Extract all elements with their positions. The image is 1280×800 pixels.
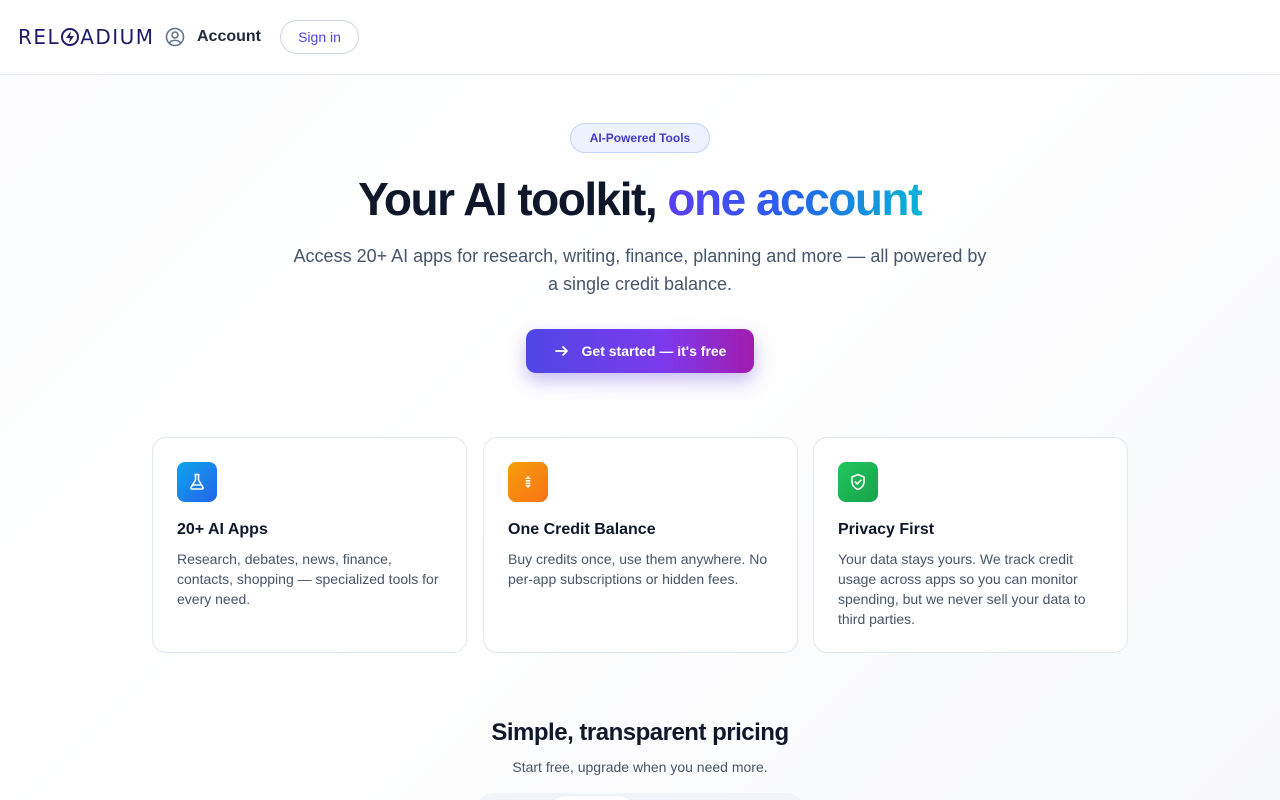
- reloadium-logo[interactable]: REL ADIUM: [18, 25, 155, 49]
- get-started-button[interactable]: Get started — it's free: [526, 329, 754, 373]
- arrow-right-icon: [554, 346, 568, 356]
- shield-check-icon: [838, 462, 878, 502]
- account-link[interactable]: Account: [197, 28, 261, 46]
- feature-card-apps: 20+ AI Apps Research, debates, news, fin…: [152, 437, 467, 653]
- sign-in-button[interactable]: Sign in: [280, 20, 359, 54]
- feature-description: Research, debates, news, finance, contac…: [177, 551, 439, 607]
- ai-powered-badge: AI-Powered Tools: [570, 123, 710, 153]
- feature-card-privacy: Privacy First Your data stays yours. We …: [813, 437, 1128, 653]
- feature-card-credits: One Credit Balance Buy credits once, use…: [483, 437, 798, 653]
- feature-title: 20+ AI Apps: [177, 521, 268, 538]
- feature-description: Your data stays yours. We track credit u…: [838, 551, 1086, 627]
- bolt-icon: [61, 28, 80, 46]
- hero-title-main: Your AI toolkit,: [358, 173, 668, 225]
- flask-icon: [177, 462, 217, 502]
- billing-toggle[interactable]: [474, 793, 806, 800]
- get-started-label: Get started — it's free: [581, 343, 727, 359]
- pricing-subtitle: Start free, upgrade when you need more.: [512, 759, 768, 775]
- coins-icon: [508, 462, 548, 502]
- billing-toggle-knob[interactable]: [550, 796, 634, 800]
- feature-description: Buy credits once, use them anywhere. No …: [508, 551, 768, 587]
- hero-title: Your AI toolkit, one account: [0, 172, 1280, 226]
- pricing-title: Simple, transparent pricing: [491, 719, 789, 746]
- hero-title-accent: one account: [667, 173, 923, 225]
- hero-subtitle: Access 20+ AI apps for research, writing…: [293, 246, 987, 294]
- top-nav: REL ADIUM Account Sign in: [0, 0, 1280, 75]
- user-circle-icon[interactable]: [165, 27, 185, 47]
- feature-title: Privacy First: [838, 521, 935, 538]
- feature-title: One Credit Balance: [508, 521, 656, 538]
